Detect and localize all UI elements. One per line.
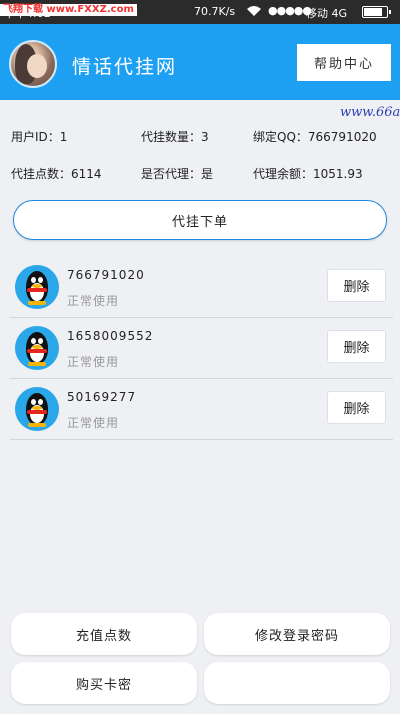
signal-strength-icon: ●●●●● <box>268 4 312 17</box>
help-center-button[interactable]: 帮助中心 <box>297 44 391 81</box>
delete-button[interactable]: 删除 <box>327 391 386 424</box>
recharge-points-button[interactable]: 充值点数 <box>11 613 197 655</box>
wifi-icon <box>246 5 262 20</box>
list-item: 50169277 正常使用 删除 <box>10 379 393 440</box>
delete-button[interactable]: 删除 <box>327 330 386 363</box>
qq-penguin-icon <box>15 265 59 309</box>
account-status: 正常使用 <box>67 355 120 369</box>
place-order-button[interactable]: 代挂下单 <box>13 200 387 240</box>
avatar[interactable] <box>9 40 57 88</box>
qq-penguin-icon <box>15 387 59 431</box>
qq-penguin-icon <box>15 326 59 370</box>
page-title: 情话代挂网 <box>72 56 178 78</box>
network-speed: 70.7K/s <box>194 5 236 18</box>
agent-balance-label: 代理余额：1051.93 <box>253 167 363 181</box>
user-id-label: 用户ID：1 <box>11 130 68 144</box>
qq-number: 50169277 <box>67 390 137 404</box>
is-agent-label: 是否代理：是 <box>141 167 214 181</box>
qq-number: 1658009552 <box>67 329 154 343</box>
carrier-label: 移动 4G <box>306 7 348 20</box>
status-bar: 下午4:02 飞翔下载 www.FXXZ.com 70.7K/s ●●●●● 移… <box>0 0 400 24</box>
watermark: 飞翔下载 www.FXXZ.com <box>0 4 137 16</box>
list-item: 1658009552 正常使用 删除 <box>10 318 393 379</box>
qq-number: 766791020 <box>67 268 145 282</box>
points-label: 代挂点数：6114 <box>11 167 102 181</box>
battery-icon <box>362 6 391 18</box>
account-status: 正常使用 <box>67 294 120 308</box>
bind-qq-label: 绑定QQ：766791020 <box>253 130 377 144</box>
extra-action-button[interactable] <box>204 662 390 704</box>
hang-count-label: 代挂数量：3 <box>141 130 209 144</box>
delete-button[interactable]: 删除 <box>327 269 386 302</box>
change-password-button[interactable]: 修改登录密码 <box>204 613 390 655</box>
list-item: 766791020 正常使用 删除 <box>10 257 393 318</box>
account-list: 766791020 正常使用 删除 1658009552 正常使用 删除 501… <box>10 257 393 440</box>
buy-card-button[interactable]: 购买卡密 <box>11 662 197 704</box>
account-status: 正常使用 <box>67 416 120 430</box>
website-marquee: www.66a <box>340 105 400 120</box>
